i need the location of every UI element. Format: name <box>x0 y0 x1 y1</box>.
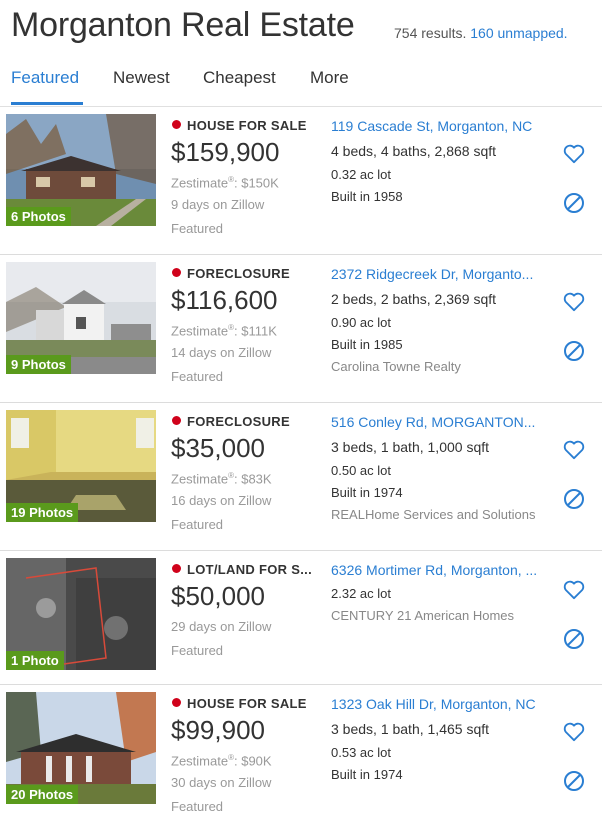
beds-baths-sqft: 2 beds, 2 baths, 2,369 sqft <box>331 291 497 307</box>
listing-status: HOUSE FOR SALE <box>172 118 307 133</box>
page-header: Morganton Real Estate 754 results. 160 u… <box>0 0 602 58</box>
year-built: Built in 1958 <box>331 189 403 204</box>
save-heart-icon[interactable] <box>563 722 585 742</box>
save-heart-icon[interactable] <box>563 144 585 164</box>
page-title: Morganton Real Estate <box>11 6 355 44</box>
status-label: FORECLOSURE <box>187 266 290 281</box>
featured-label: Featured <box>171 799 224 814</box>
year-built: Built in 1974 <box>331 767 403 782</box>
hide-listing-icon[interactable] <box>563 628 585 650</box>
zestimate-value: : $90K <box>233 753 272 769</box>
status-dot-icon <box>172 416 181 425</box>
listing-card[interactable]: 20 Photos HOUSE FOR SALE $99,900 Zestima… <box>0 684 602 820</box>
featured-label: Featured <box>171 517 224 532</box>
photo-count-badge: 9 Photos <box>6 355 71 374</box>
days-on-zillow: 14 days on Zillow <box>171 345 272 360</box>
status-dot-icon <box>172 268 181 277</box>
listing-price: $50,000 <box>171 581 265 611</box>
lot-size: 0.90 ac lot <box>331 315 391 330</box>
days-on-zillow: 29 days on Zillow <box>171 619 272 634</box>
hide-listing-icon[interactable] <box>563 770 585 792</box>
status-dot-icon <box>172 564 181 573</box>
featured-label: Featured <box>171 221 224 236</box>
featured-label: Featured <box>171 369 224 384</box>
beds-baths-sqft: 3 beds, 1 bath, 1,000 sqft <box>331 439 490 455</box>
listing-price: $99,900 <box>171 715 265 745</box>
photo-count-badge: 19 Photos <box>6 503 79 522</box>
listing-price: $35,000 <box>171 433 265 463</box>
hide-listing-icon[interactable] <box>563 488 585 510</box>
zestimate-label: Zestimate <box>171 471 229 487</box>
broker-name: CENTURY 21 American Homes <box>331 608 515 623</box>
year-built: Built in 1985 <box>331 337 403 352</box>
listing-card[interactable]: 6 Photos HOUSE FOR SALE $159,900 Zestima… <box>0 106 602 255</box>
zestimate: Zestimate®: $83K <box>171 471 272 486</box>
broker-name: Carolina Towne Realty <box>331 359 461 374</box>
zestimate-value: : $83K <box>233 471 272 487</box>
sort-tabs: Featured Newest Cheapest More <box>0 58 602 107</box>
listing-status: FORECLOSURE <box>172 266 290 281</box>
listing-photo[interactable]: 20 Photos <box>6 692 156 804</box>
status-label: HOUSE FOR SALE <box>187 118 307 133</box>
lot-size: 0.53 ac lot <box>331 745 391 760</box>
result-counts: 754 results. 160 unmapped. <box>394 25 568 41</box>
status-dot-icon <box>172 120 181 129</box>
status-label: HOUSE FOR SALE <box>187 696 307 711</box>
listing-status: HOUSE FOR SALE <box>172 696 307 711</box>
listing-photo[interactable]: 1 Photo <box>6 558 156 670</box>
zestimate-value: : $150K <box>233 175 279 191</box>
status-label: FORECLOSURE <box>187 414 290 429</box>
save-heart-icon[interactable] <box>563 292 585 312</box>
hide-listing-icon[interactable] <box>563 192 585 214</box>
zestimate: Zestimate®: $111K <box>171 323 277 338</box>
days-on-zillow: 30 days on Zillow <box>171 775 272 790</box>
listing-card[interactable]: 19 Photos FORECLOSURE $35,000 Zestimate®… <box>0 402 602 551</box>
listing-address[interactable]: 516 Conley Rd, MORGANTON... <box>331 414 535 430</box>
listing-price: $159,900 <box>171 137 280 167</box>
zestimate-value: : $111K <box>233 323 277 339</box>
year-built: Built in 1974 <box>331 485 403 500</box>
tab-newest[interactable]: Newest <box>113 68 170 88</box>
listing-address[interactable]: 2372 Ridgecreek Dr, Morganto... <box>331 266 533 282</box>
days-on-zillow: 9 days on Zillow <box>171 197 265 212</box>
hide-listing-icon[interactable] <box>563 340 585 362</box>
save-heart-icon[interactable] <box>563 440 585 460</box>
listing-card[interactable]: 9 Photos FORECLOSURE $116,600 Zestimate®… <box>0 254 602 403</box>
tab-cheapest[interactable]: Cheapest <box>203 68 276 88</box>
results-count: 754 results. <box>394 25 467 41</box>
save-heart-icon[interactable] <box>563 580 585 600</box>
beds-baths-sqft: 4 beds, 4 baths, 2,868 sqft <box>331 143 497 159</box>
lot-size: 2.32 ac lot <box>331 586 391 601</box>
listing-photo[interactable]: 19 Photos <box>6 410 156 522</box>
lot-size: 0.50 ac lot <box>331 463 391 478</box>
status-dot-icon <box>172 698 181 707</box>
zestimate-label: Zestimate <box>171 323 229 339</box>
zestimate-label: Zestimate <box>171 753 229 769</box>
listing-status: LOT/LAND FOR S... <box>172 562 312 577</box>
zestimate: Zestimate®: $90K <box>171 753 272 768</box>
listing-status: FORECLOSURE <box>172 414 290 429</box>
listing-price: $116,600 <box>171 285 278 315</box>
lot-size: 0.32 ac lot <box>331 167 391 182</box>
broker-name: REALHome Services and Solutions <box>331 507 536 522</box>
listing-address[interactable]: 6326 Mortimer Rd, Morganton, ... <box>331 562 537 578</box>
listing-photo[interactable]: 9 Photos <box>6 262 156 374</box>
listing-photo[interactable]: 6 Photos <box>6 114 156 226</box>
listing-address[interactable]: 1323 Oak Hill Dr, Morganton, NC <box>331 696 536 712</box>
beds-baths-sqft: 3 beds, 1 bath, 1,465 sqft <box>331 721 490 737</box>
featured-label: Featured <box>171 643 224 658</box>
listing-address[interactable]: 119 Cascade St, Morganton, NC <box>331 118 532 134</box>
listing-card[interactable]: 1 Photo LOT/LAND FOR S... $50,000 29 day… <box>0 550 602 685</box>
photo-count-badge: 20 Photos <box>6 785 79 804</box>
photo-count-badge: 1 Photo <box>6 651 64 670</box>
tab-more[interactable]: More <box>310 68 349 88</box>
zestimate-label: Zestimate <box>171 175 229 191</box>
active-tab-indicator <box>11 102 83 105</box>
zestimate: Zestimate®: $150K <box>171 175 279 190</box>
tab-featured[interactable]: Featured <box>11 68 79 88</box>
status-label: LOT/LAND FOR S... <box>187 562 312 577</box>
photo-count-badge: 6 Photos <box>6 207 71 226</box>
unmapped-link[interactable]: 160 unmapped. <box>470 25 567 41</box>
days-on-zillow: 16 days on Zillow <box>171 493 272 508</box>
